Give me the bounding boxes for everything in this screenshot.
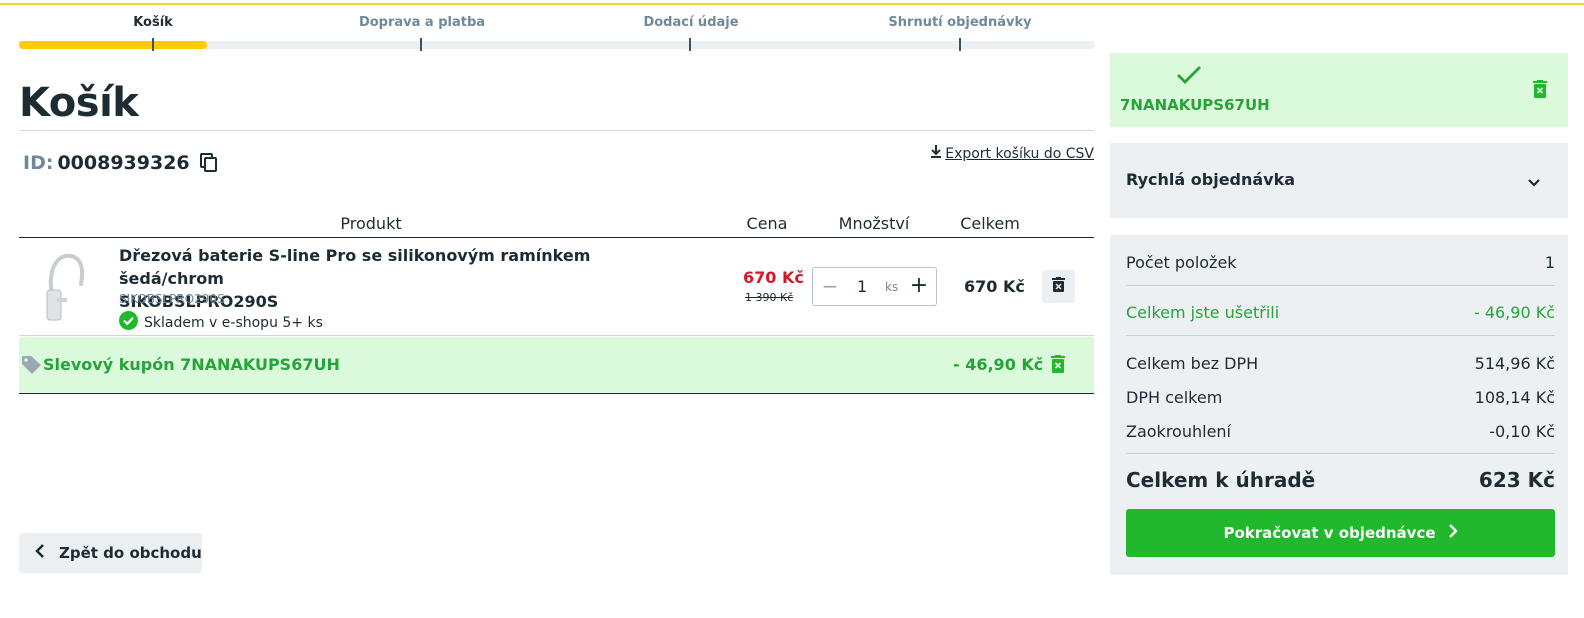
cart-id: ID: 0008939326 [23, 152, 218, 174]
step-tick [420, 38, 422, 51]
summary-label: DPH celkem [1126, 388, 1223, 407]
step-tick [959, 38, 961, 51]
header-product: Produkt [340, 214, 402, 233]
price-current: 670 Kč [743, 268, 804, 287]
remove-coupon-icon[interactable] [1051, 355, 1065, 377]
chevron-right-icon [1448, 524, 1458, 542]
summary-value: -0,10 Kč [1489, 422, 1555, 441]
summary-value: - 46,90 Kč [1473, 303, 1555, 322]
product-sku: SIKOBSLPRO290S [119, 292, 225, 306]
coupon-label: Slevový kupón 7NANAKUPS67UH [43, 355, 340, 374]
divider [1126, 285, 1555, 286]
summary-vat: DPH celkem 108,14 Kč [1126, 388, 1555, 407]
stock-text: Skladem v e-shopu 5+ ks [144, 314, 323, 331]
quick-order-toggle[interactable]: Rychlá objednávka [1110, 143, 1568, 218]
cart-table-header: Produkt Cena Množství Celkem [19, 212, 1094, 238]
download-icon [930, 145, 942, 162]
summary-label: Celkem bez DPH [1126, 354, 1259, 373]
coupon-row: Slevový kupón 7NANAKUPS67UH - 46,90 Kč [19, 337, 1094, 394]
table-row: Dřezová baterie S-line Pro se silikonový… [19, 238, 1094, 336]
stock-status: Skladem v e-shopu 5+ ks [119, 311, 323, 334]
step-order-summary[interactable]: Shrnutí objednávky [888, 15, 1031, 30]
check-circle-icon [119, 311, 138, 334]
remove-coupon-icon[interactable] [1533, 80, 1547, 102]
product-image[interactable] [39, 246, 89, 321]
header-total: Celkem [960, 214, 1020, 233]
continue-order-label: Pokračovat v objednávce [1223, 524, 1436, 542]
summary-value: 108,14 Kč [1474, 388, 1555, 407]
applied-coupon-code: 7NANAKUPS67UH [1120, 96, 1270, 114]
coupon-discount: - 46,90 Kč [953, 355, 1044, 374]
tag-icon [21, 355, 43, 379]
top-accent-line [0, 3, 1584, 5]
order-summary: Počet položek 1 Celkem jste ušetřili - 4… [1110, 235, 1568, 575]
summary-saved: Celkem jste ušetřili - 46,90 Kč [1126, 303, 1555, 322]
summary-item-count: Počet položek 1 [1126, 253, 1555, 272]
copy-icon[interactable] [199, 153, 218, 173]
summary-value: 514,96 Kč [1474, 354, 1555, 373]
header-quantity: Množství [838, 214, 910, 233]
quantity-value[interactable]: 1 [857, 277, 867, 296]
summary-label: Počet položek [1126, 253, 1237, 272]
trash-icon [1052, 277, 1065, 296]
step-tick [152, 38, 154, 51]
quantity-unit: ks [885, 280, 899, 294]
page-title: Košík [19, 80, 139, 126]
divider [1126, 453, 1555, 454]
step-tick [689, 38, 691, 51]
grand-total-value: 623 Kč [1478, 468, 1555, 492]
divider [1126, 335, 1555, 336]
header-price: Cena [746, 214, 788, 233]
plus-icon[interactable]: + [909, 275, 929, 297]
back-to-shop-button[interactable]: Zpět do obchodu [19, 533, 202, 573]
title-divider [19, 130, 1094, 131]
summary-no-vat: Celkem bez DPH 514,96 Kč [1126, 354, 1555, 373]
minus-icon[interactable]: − [821, 276, 839, 296]
chevron-left-icon [35, 544, 45, 562]
summary-grand-total: Celkem k úhradě 623 Kč [1126, 468, 1555, 492]
remove-item-button[interactable] [1042, 270, 1075, 303]
cart-id-value: 0008939326 [57, 152, 190, 174]
step-delivery-details[interactable]: Dodací údaje [643, 15, 738, 30]
step-cart[interactable]: Košík [133, 15, 173, 30]
summary-label: Celkem jste ušetřili [1126, 303, 1280, 322]
applied-coupon-box: 7NANAKUPS67UH [1110, 53, 1568, 127]
price-original: 1 390 Kč [745, 291, 794, 304]
export-csv-link[interactable]: Export košíku do CSV [930, 145, 1094, 162]
checkout-steps: Košík Doprava a platba Dodací údaje Shrn… [19, 14, 1094, 54]
product-name-line1: Dřezová baterie S-line Pro se silikonový… [119, 246, 591, 288]
quantity-stepper: − 1 ks + [812, 267, 937, 306]
summary-value: 1 [1544, 253, 1555, 272]
export-csv-label: Export košíku do CSV [945, 145, 1094, 162]
back-to-shop-label: Zpět do obchodu [59, 544, 202, 562]
quick-order-label: Rychlá objednávka [1126, 170, 1296, 189]
summary-label: Zaokrouhlení [1126, 422, 1231, 441]
summary-rounding: Zaokrouhlení -0,10 Kč [1126, 422, 1555, 441]
row-total: 670 Kč [964, 277, 1025, 296]
continue-order-button[interactable]: Pokračovat v objednávce [1126, 509, 1555, 557]
chevron-down-icon [1527, 173, 1541, 192]
check-icon [1176, 65, 1202, 89]
grand-total-label: Celkem k úhradě [1126, 468, 1316, 492]
step-shipping-payment[interactable]: Doprava a platba [359, 15, 485, 30]
steps-progress [19, 41, 207, 49]
cart-id-label: ID: [23, 152, 54, 174]
